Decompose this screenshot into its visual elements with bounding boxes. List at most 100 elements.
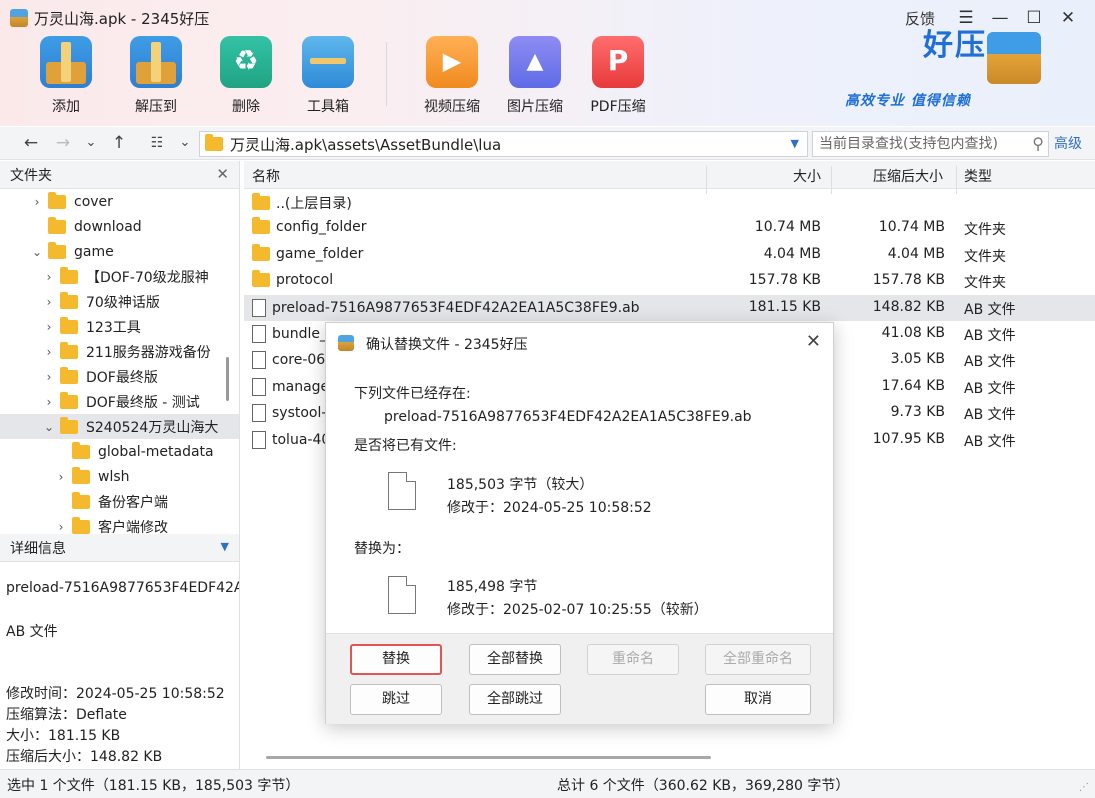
table-row[interactable]: protocol 157.78 KB 157.78 KB 文件夹 bbox=[244, 268, 1095, 294]
folder-icon bbox=[72, 466, 90, 484]
back-arrow-icon[interactable]: ← bbox=[20, 132, 42, 154]
forward-arrow-icon[interactable]: → bbox=[52, 132, 74, 154]
tree-item[interactable]: ⌄ game bbox=[0, 239, 239, 264]
extract-button[interactable]: 解压到 bbox=[116, 34, 196, 120]
rename-button[interactable]: 重命名 bbox=[587, 644, 679, 675]
brand-slogan: 高效专业 值得信赖 bbox=[845, 93, 971, 109]
replace-with-label: 替换为： bbox=[354, 541, 410, 557]
cancel-button[interactable]: 取消 bbox=[705, 684, 811, 715]
advanced-search-link[interactable]: 高级 bbox=[1054, 133, 1082, 153]
close-pane-icon[interactable]: ✕ bbox=[216, 165, 229, 183]
chevron-down-icon[interactable]: ▼ bbox=[221, 540, 229, 553]
image-icon bbox=[509, 36, 561, 88]
brand-logo: 好压 高效专业 值得信赖 bbox=[845, 20, 1055, 110]
video-compress-button[interactable]: 视频压缩 bbox=[412, 34, 492, 120]
view-chevron-down-icon[interactable]: ⌄ bbox=[174, 132, 196, 154]
pdf-compress-button[interactable]: PDF压缩 bbox=[578, 34, 658, 120]
expand-arrow-icon[interactable]: › bbox=[54, 520, 68, 534]
resize-grip-icon[interactable]: ⋰ bbox=[1079, 782, 1089, 793]
column-packed[interactable]: 压缩后大小 bbox=[873, 166, 943, 186]
toolbar-divider bbox=[386, 42, 387, 106]
image-compress-button[interactable]: 图片压缩 bbox=[495, 34, 575, 120]
column-type[interactable]: 类型 bbox=[964, 166, 992, 186]
expand-arrow-icon[interactable]: › bbox=[42, 295, 56, 309]
expand-arrow-icon[interactable]: › bbox=[42, 395, 56, 409]
skip-all-button[interactable]: 全部跳过 bbox=[469, 684, 561, 715]
window-title: 万灵山海.apk - 2345好压 bbox=[34, 10, 210, 28]
folder-icon bbox=[60, 291, 78, 309]
search-icon[interactable]: ⚲ bbox=[1032, 132, 1044, 156]
table-row[interactable]: game_folder 4.04 MB 4.04 MB 文件夹 bbox=[244, 242, 1095, 268]
tree-item[interactable]: › 70级神话版 bbox=[0, 289, 239, 314]
tree-item[interactable]: › cover bbox=[0, 189, 239, 214]
expand-arrow-icon[interactable]: › bbox=[42, 320, 56, 334]
column-size[interactable]: 大小 bbox=[793, 166, 821, 186]
tree-item[interactable]: › DOF最终版 bbox=[0, 364, 239, 389]
folders-header: 文件夹 ✕ bbox=[0, 161, 239, 189]
file-icon bbox=[252, 377, 266, 396]
address-input[interactable]: 万灵山海.apk\assets\AssetBundle\lua ▼ bbox=[199, 131, 808, 157]
folder-icon bbox=[60, 316, 78, 334]
new-file-icon bbox=[388, 576, 416, 614]
skip-button[interactable]: 跳过 bbox=[350, 684, 442, 715]
exists-label: 下列文件已经存在: bbox=[354, 386, 471, 402]
folder-icon bbox=[60, 266, 78, 284]
tree-item[interactable]: › 客户端修改 bbox=[0, 514, 239, 534]
collapse-arrow-icon[interactable]: ⌄ bbox=[30, 245, 44, 259]
folder-icon bbox=[252, 243, 270, 261]
add-button[interactable]: 添加 bbox=[26, 34, 106, 120]
collapse-arrow-icon[interactable]: ⌄ bbox=[42, 420, 56, 434]
rename-all-button[interactable]: 全部重命名 bbox=[705, 644, 811, 675]
brand-archive-icon bbox=[987, 32, 1041, 84]
close-icon[interactable]: ✕ bbox=[1051, 6, 1085, 30]
detail-packed: 压缩后大小：148.82 KB bbox=[6, 749, 163, 765]
tree-item[interactable]: › wlsh bbox=[0, 464, 239, 489]
expand-arrow-icon[interactable]: › bbox=[54, 470, 68, 484]
tree-item-selected[interactable]: ⌄ S240524万灵山海大 bbox=[0, 414, 239, 439]
expand-arrow-icon[interactable]: › bbox=[42, 370, 56, 384]
table-row[interactable]: config_folder 10.74 MB 10.74 MB 文件夹 bbox=[244, 215, 1095, 241]
search-input[interactable]: 当前目录查找(支持包内查找) ⚲ bbox=[812, 131, 1049, 157]
view-mode-icon[interactable]: ☷ bbox=[146, 132, 168, 154]
folder-icon bbox=[252, 217, 270, 235]
detail-filename: preload-7516A9877653F4EDF42A2EA1A5C38FE9… bbox=[6, 580, 239, 596]
expand-arrow-icon[interactable]: › bbox=[42, 270, 56, 284]
folder-tree: › cover download ⌄ game › 【DOF-70级龙服神 › 70级神… bbox=[0, 189, 239, 534]
folder-icon bbox=[60, 341, 78, 359]
app-logo-icon bbox=[338, 335, 354, 351]
tree-item[interactable]: global-metadata bbox=[0, 439, 239, 464]
expand-arrow-icon[interactable]: › bbox=[30, 195, 44, 209]
tree-item[interactable]: download bbox=[0, 214, 239, 239]
expand-arrow-icon[interactable]: › bbox=[42, 345, 56, 359]
tree-item[interactable]: › 123工具 bbox=[0, 314, 239, 339]
delete-button[interactable]: 删除 bbox=[206, 34, 286, 120]
conflict-filename: preload-7516A9877653F4EDF42A2EA1A5C38FE9… bbox=[384, 409, 752, 425]
status-selected: 选中 1 个文件（181.15 KB，185,503 字节） bbox=[7, 778, 300, 794]
detail-size: 大小：181.15 KB bbox=[6, 728, 121, 744]
up-arrow-icon[interactable]: ↑ bbox=[108, 132, 130, 154]
dialog-title-bar: 确认替换文件 - 2345好压 ✕ bbox=[326, 323, 833, 361]
history-chevron-down-icon[interactable]: ⌄ bbox=[80, 132, 102, 154]
existing-size: 185,503 字节（较大） bbox=[447, 477, 594, 493]
replace-button[interactable]: 替换 bbox=[350, 644, 442, 675]
horizontal-scrollbar[interactable] bbox=[266, 756, 711, 759]
status-bar: 选中 1 个文件（181.15 KB，185,503 字节） 总计 6 个文件（… bbox=[0, 769, 1095, 798]
file-icon bbox=[252, 351, 266, 370]
tree-item[interactable]: › 【DOF-70级龙服神 bbox=[0, 264, 239, 289]
table-row-selected[interactable]: preload-7516A9877653F4EDF42A2EA1A5C38FE9… bbox=[244, 294, 1095, 321]
detail-method: 压缩算法：Deflate bbox=[6, 707, 127, 723]
tree-item[interactable]: › 211服务器游戏备份 bbox=[0, 339, 239, 364]
address-dropdown-icon[interactable]: ▼ bbox=[791, 137, 799, 150]
replace-all-button[interactable]: 全部替换 bbox=[469, 644, 561, 675]
dialog-close-icon[interactable]: ✕ bbox=[806, 331, 821, 352]
tree-scrollbar[interactable] bbox=[226, 357, 229, 401]
details-header[interactable]: 详细信息 ▼ bbox=[0, 534, 239, 562]
column-name[interactable]: 名称 bbox=[252, 166, 280, 186]
video-icon bbox=[426, 36, 478, 88]
title-bar: 万灵山海.apk - 2345好压 反馈 ☰ — ☐ ✕ 添加 解压到 删除 工… bbox=[0, 0, 1095, 126]
folder-icon bbox=[72, 441, 90, 459]
tree-item[interactable]: › DOF最终版 - 测试 bbox=[0, 389, 239, 414]
tree-item[interactable]: 备份客户端 bbox=[0, 489, 239, 514]
table-row[interactable]: ..(上层目录) bbox=[244, 189, 1095, 215]
toolbox-button[interactable]: 工具箱 bbox=[288, 34, 368, 120]
